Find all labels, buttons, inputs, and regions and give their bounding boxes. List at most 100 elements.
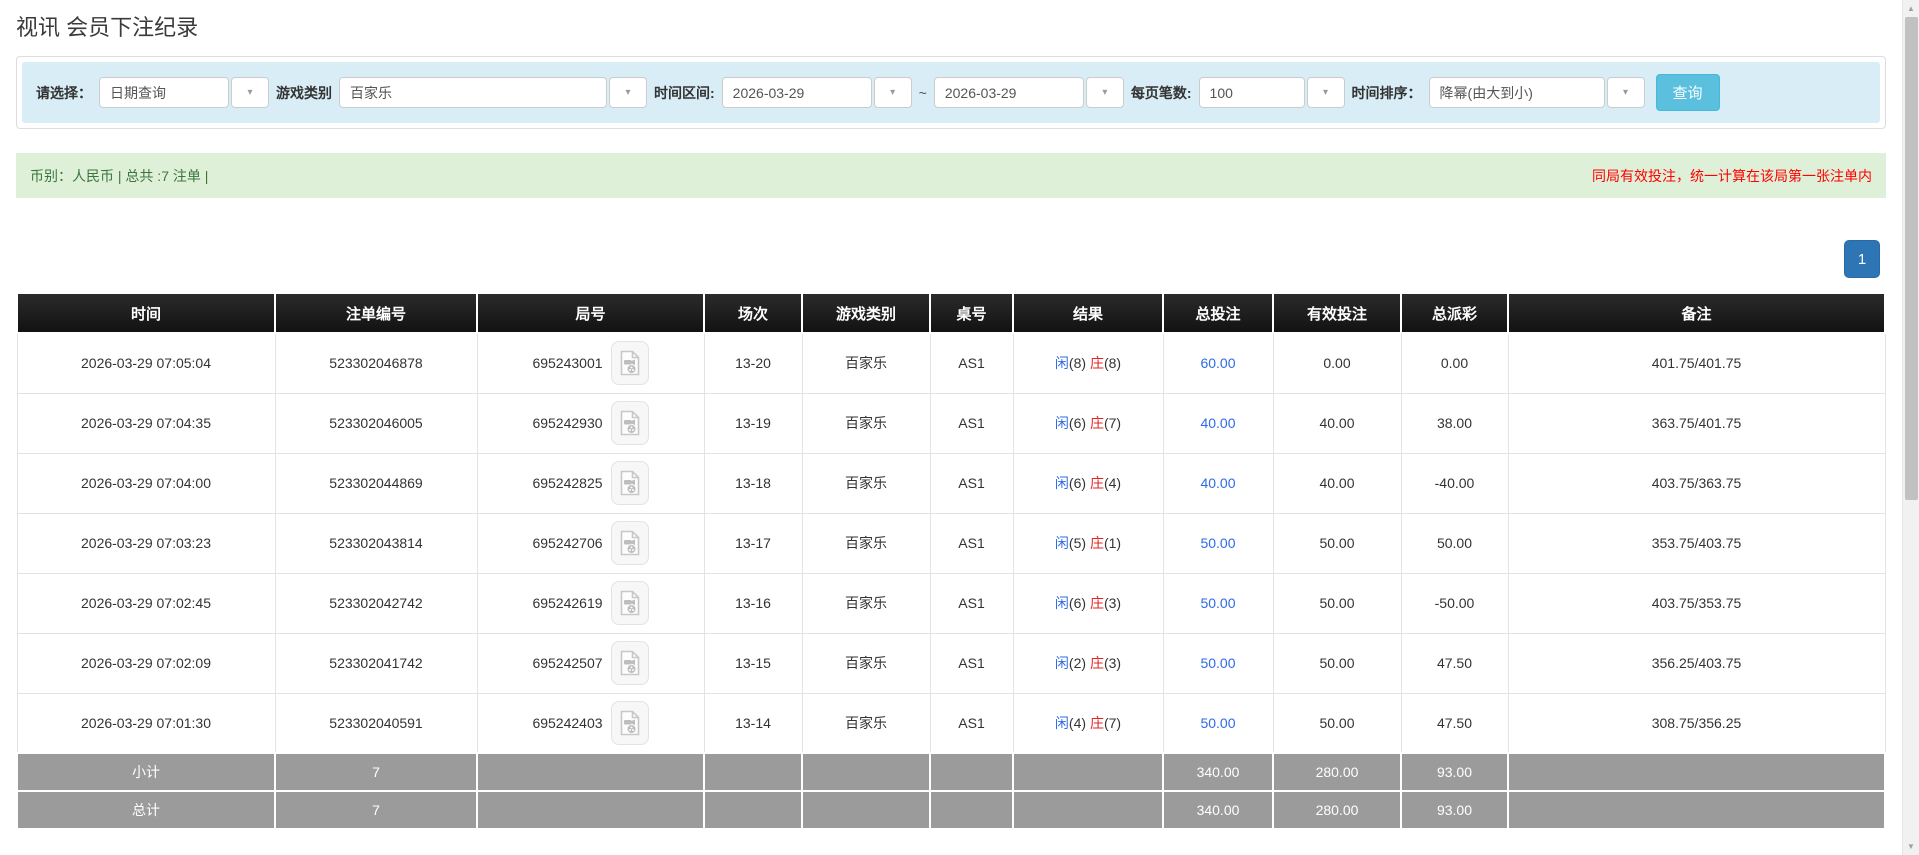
cell-result: 闲(6) 庄(3) — [1012, 572, 1164, 634]
game-type-input[interactable] — [339, 77, 607, 108]
cell-result: 闲(6) 庄(7) — [1012, 392, 1164, 454]
cell-game-type: 百家乐 — [801, 392, 931, 454]
cell-session: 13-16 — [703, 572, 803, 634]
cell-payout: -50.00 — [1400, 572, 1509, 634]
cell-game-type: 百家乐 — [801, 332, 931, 394]
chevron-down-icon: ▾ — [890, 86, 896, 98]
total-bet-link[interactable]: 50.00 — [1200, 535, 1235, 551]
date-to-caret-button[interactable]: ▾ — [1085, 77, 1124, 108]
summary-empty-cell — [476, 790, 705, 830]
table-row: 2026-03-29 07:02:45 523302042742 6952426… — [16, 572, 1886, 634]
cell-round-id: 695242403 — [476, 692, 705, 754]
date-from-caret-button[interactable]: ▾ — [873, 77, 912, 108]
scrollbar-thumb[interactable] — [1905, 17, 1918, 500]
summary-empty-cell — [703, 790, 803, 830]
cell-total-bet: 60.00 — [1162, 332, 1274, 394]
select-label: 请选择： — [36, 84, 92, 101]
date-range-tilde: ~ — [918, 84, 927, 101]
chevron-down-icon: ▾ — [625, 86, 631, 98]
result-banker: 庄(7) — [1089, 415, 1122, 431]
cell-table-no: AS1 — [929, 632, 1014, 694]
page-size-caret-button[interactable]: ▾ — [1306, 77, 1345, 108]
total-bet-link[interactable]: 60.00 — [1200, 355, 1235, 371]
summary-count: 7 — [274, 790, 478, 830]
header-total-bet: 总投注 — [1162, 294, 1274, 334]
game-type-combobox: ▾ — [339, 77, 647, 108]
total-bet-link[interactable]: 50.00 — [1200, 595, 1235, 611]
cell-round-id: 695242507 — [476, 632, 705, 694]
time-sort-combobox: ▾ — [1428, 77, 1645, 108]
round-id-text: 695243001 — [532, 355, 603, 372]
cell-payout: 47.50 — [1400, 632, 1509, 694]
summary-empty-cell — [1507, 790, 1886, 830]
summary-empty-cell — [801, 790, 931, 830]
video-file-icon[interactable] — [610, 700, 649, 745]
round-id-text: 695242825 — [532, 475, 603, 491]
cell-session: 13-19 — [703, 392, 803, 454]
round-id-text: 695242619 — [532, 595, 603, 611]
time-sort-input[interactable] — [1428, 77, 1605, 108]
summary-payout: 93.00 — [1400, 752, 1509, 792]
page-size-input[interactable] — [1198, 77, 1305, 108]
summary-valid-bet: 280.00 — [1272, 752, 1402, 792]
time-sort-caret-button[interactable]: ▾ — [1606, 77, 1645, 108]
video-file-icon[interactable] — [610, 341, 649, 386]
summary-empty-cell — [801, 752, 931, 792]
table-header: 时间 注单编号 局号 场次 游戏类别 桌号 结果 总投注 有效投注 总派彩 备注 — [16, 294, 1886, 334]
header-table-no: 桌号 — [929, 294, 1014, 334]
date-from-input[interactable] — [721, 77, 872, 108]
cell-note: 403.75/363.75 — [1507, 452, 1886, 514]
table-row: 2026-03-29 07:05:04 523302046878 6952430… — [16, 332, 1886, 394]
result-banker: 庄(3) — [1089, 655, 1122, 671]
chevron-down-icon: ▾ — [247, 86, 253, 98]
cell-payout: -40.00 — [1400, 452, 1509, 514]
total-bet-link[interactable]: 50.00 — [1200, 715, 1235, 731]
video-file-icon[interactable] — [610, 401, 649, 445]
cell-payout: 50.00 — [1400, 512, 1509, 574]
cell-session: 13-18 — [703, 452, 803, 514]
chevron-down-icon: ▾ — [1623, 86, 1629, 98]
pagination-page-1-button[interactable]: 1 — [1844, 240, 1880, 278]
cell-valid-bet: 50.00 — [1272, 512, 1402, 574]
query-type-combobox: ▾ — [99, 77, 269, 108]
video-file-icon[interactable] — [610, 521, 649, 565]
video-file-icon[interactable] — [610, 461, 649, 505]
header-time: 时间 — [16, 294, 276, 334]
scroll-down-arrow-icon[interactable]: ▼ — [1903, 838, 1919, 855]
summary-empty-cell — [1012, 790, 1164, 830]
date-to-input[interactable] — [933, 77, 1084, 108]
cell-bet-id: 523302041742 — [274, 632, 478, 694]
video-file-icon[interactable] — [610, 581, 649, 625]
pagination: 1 — [16, 240, 1880, 278]
total-bet-link[interactable]: 40.00 — [1200, 415, 1235, 431]
cell-session: 13-15 — [703, 632, 803, 694]
table-row: 2026-03-29 07:02:09 523302041742 6952425… — [16, 632, 1886, 694]
scroll-up-arrow-icon[interactable]: ▲ — [1903, 0, 1919, 17]
game-type-caret-button[interactable]: ▾ — [609, 77, 647, 108]
search-button[interactable]: 查询 — [1655, 74, 1720, 111]
total-bet-link[interactable]: 50.00 — [1200, 655, 1235, 671]
video-file-icon[interactable] — [610, 641, 649, 685]
header-note: 备注 — [1507, 294, 1886, 334]
summary-empty-cell — [1507, 752, 1886, 792]
summary-total-bet: 340.00 — [1162, 752, 1274, 792]
summary-count: 7 — [274, 752, 478, 792]
cell-result: 闲(4) 庄(7) — [1012, 692, 1164, 754]
total-bet-link[interactable]: 40.00 — [1200, 475, 1235, 491]
table-body: 2026-03-29 07:05:04 523302046878 6952430… — [16, 332, 1886, 830]
summary-empty-cell — [1012, 752, 1164, 792]
currency-summary-text: 币别：人民币 | 总共 :7 注单 | — [30, 167, 209, 184]
round-id-text: 695242403 — [532, 714, 603, 731]
header-bet-id: 注单编号 — [274, 294, 478, 334]
query-type-caret-button[interactable]: ▾ — [231, 77, 269, 108]
cell-total-bet: 40.00 — [1162, 452, 1274, 514]
betting-records-table: 时间 注单编号 局号 场次 游戏类别 桌号 结果 总投注 有效投注 总派彩 备注… — [16, 294, 1886, 830]
result-banker: 庄(7) — [1089, 714, 1122, 731]
table-row: 2026-03-29 07:03:23 523302043814 6952427… — [16, 512, 1886, 574]
vertical-scrollbar[interactable]: ▲ ▼ — [1902, 0, 1919, 855]
cell-valid-bet: 40.00 — [1272, 452, 1402, 514]
cell-total-bet: 40.00 — [1162, 392, 1274, 454]
query-type-input[interactable] — [99, 77, 229, 108]
cell-payout: 38.00 — [1400, 392, 1509, 454]
cell-total-bet: 50.00 — [1162, 572, 1274, 634]
